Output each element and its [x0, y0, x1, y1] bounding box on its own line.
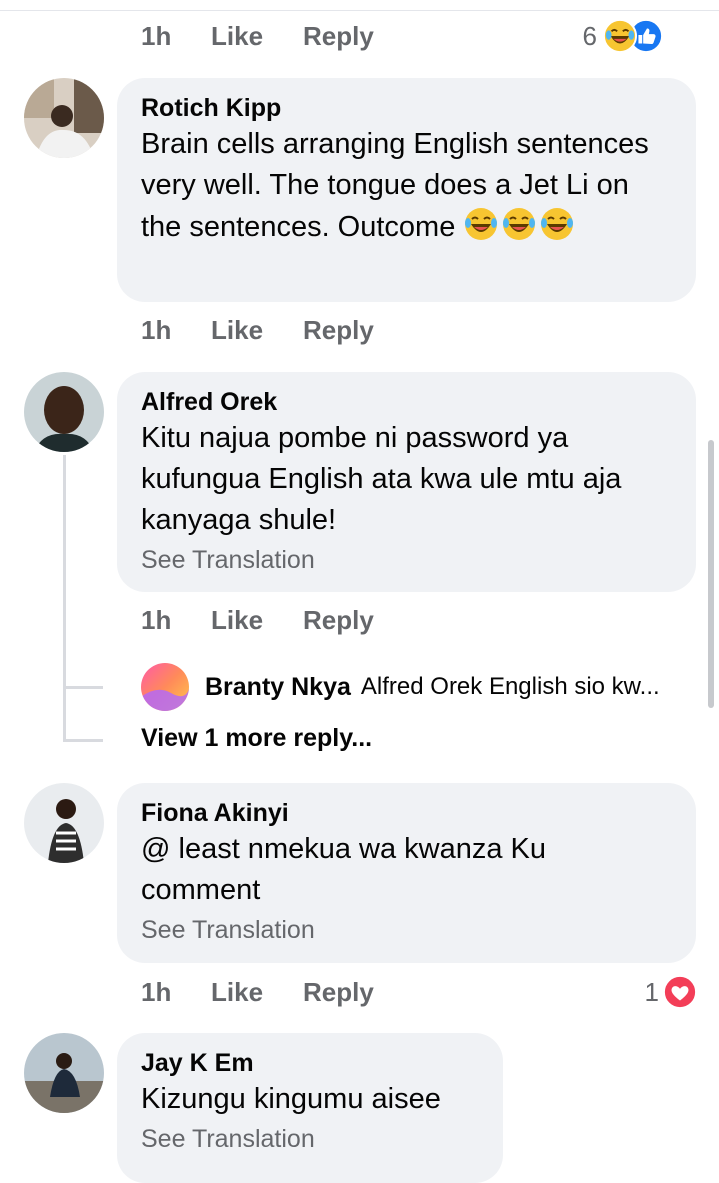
comment-actions-3: 1h Like Reply — [141, 972, 374, 1012]
comment-bubble: Jay K Em Kizungu kingumu aisee See Trans… — [117, 1033, 503, 1183]
comment-author[interactable]: Jay K Em — [141, 1047, 479, 1079]
avatar[interactable] — [24, 1033, 104, 1113]
see-translation-link[interactable]: See Translation — [141, 913, 672, 947]
comment-text: Brain cells arranging English sentences … — [141, 124, 672, 248]
reply-text: Alfred Orek English sio kw... — [360, 673, 660, 700]
scrollbar[interactable] — [708, 440, 714, 708]
reply-button[interactable]: Reply — [303, 21, 374, 52]
like-button[interactable]: Like — [211, 21, 303, 52]
reply-button[interactable]: Reply — [303, 315, 374, 346]
thread-branch — [63, 739, 103, 742]
avatar[interactable] — [141, 663, 189, 711]
comment-author[interactable]: Alfred Orek — [141, 386, 672, 418]
comment-bubble: Alfred Orek Kitu najua pombe ni password… — [117, 372, 696, 592]
reply-button[interactable]: Reply — [303, 605, 374, 636]
reply-author[interactable]: Branty Nkya — [205, 673, 351, 702]
comment-author[interactable]: Rotich Kipp — [141, 92, 672, 124]
comment-actions-1: 1h Like Reply — [141, 310, 374, 350]
reaction-count: 6 — [582, 20, 597, 51]
laugh-cry-icon — [541, 208, 574, 240]
avatar[interactable] — [24, 783, 104, 863]
comment-text: Kitu najua pombe ni password ya kufungua… — [141, 422, 622, 536]
comment-bubble: Rotich Kipp Brain cells arranging Englis… — [117, 78, 696, 302]
heart-icon — [663, 975, 697, 1009]
comment-time: 1h — [141, 314, 172, 345]
avatar[interactable] — [24, 372, 104, 452]
reaction-summary-0[interactable]: 6 — [583, 16, 663, 56]
comment-time: 1h — [141, 604, 172, 635]
like-button[interactable]: Like — [211, 605, 303, 636]
reaction-count: 1 — [644, 976, 659, 1007]
comment-text: @ least nmekua wa kwanza Ku comment — [141, 833, 547, 906]
laugh-cry-icon — [603, 19, 637, 53]
avatar[interactable] — [24, 78, 104, 158]
view-more-replies-button[interactable]: View 1 more reply... — [141, 724, 372, 753]
reply-button[interactable]: Reply — [303, 977, 374, 1008]
like-button[interactable]: Like — [211, 315, 303, 346]
like-button[interactable]: Like — [211, 977, 303, 1008]
comment-actions-0: 1h Like Reply — [141, 16, 374, 56]
comment-actions-2: 1h Like Reply — [141, 600, 374, 640]
reaction-summary-3[interactable]: 1 — [645, 972, 697, 1012]
comment-time: 1h — [141, 20, 172, 51]
top-divider — [0, 0, 719, 11]
comment-time: 1h — [141, 976, 172, 1007]
comment-bubble: Fiona Akinyi @ least nmekua wa kwanza Ku… — [117, 783, 696, 963]
see-translation-link[interactable]: See Translation — [141, 1122, 479, 1156]
thread-branch — [63, 686, 103, 689]
see-translation-link[interactable]: See Translation — [141, 543, 672, 577]
comment-author[interactable]: Fiona Akinyi — [141, 797, 672, 829]
laugh-cry-icon — [503, 208, 536, 240]
laugh-cry-icon — [465, 208, 498, 240]
reply-preview[interactable]: Branty Nkya Alfred Orek English sio kw..… — [141, 661, 660, 713]
thread-line — [63, 455, 66, 740]
comment-text: Kizungu kingumu aisee — [141, 1083, 441, 1115]
